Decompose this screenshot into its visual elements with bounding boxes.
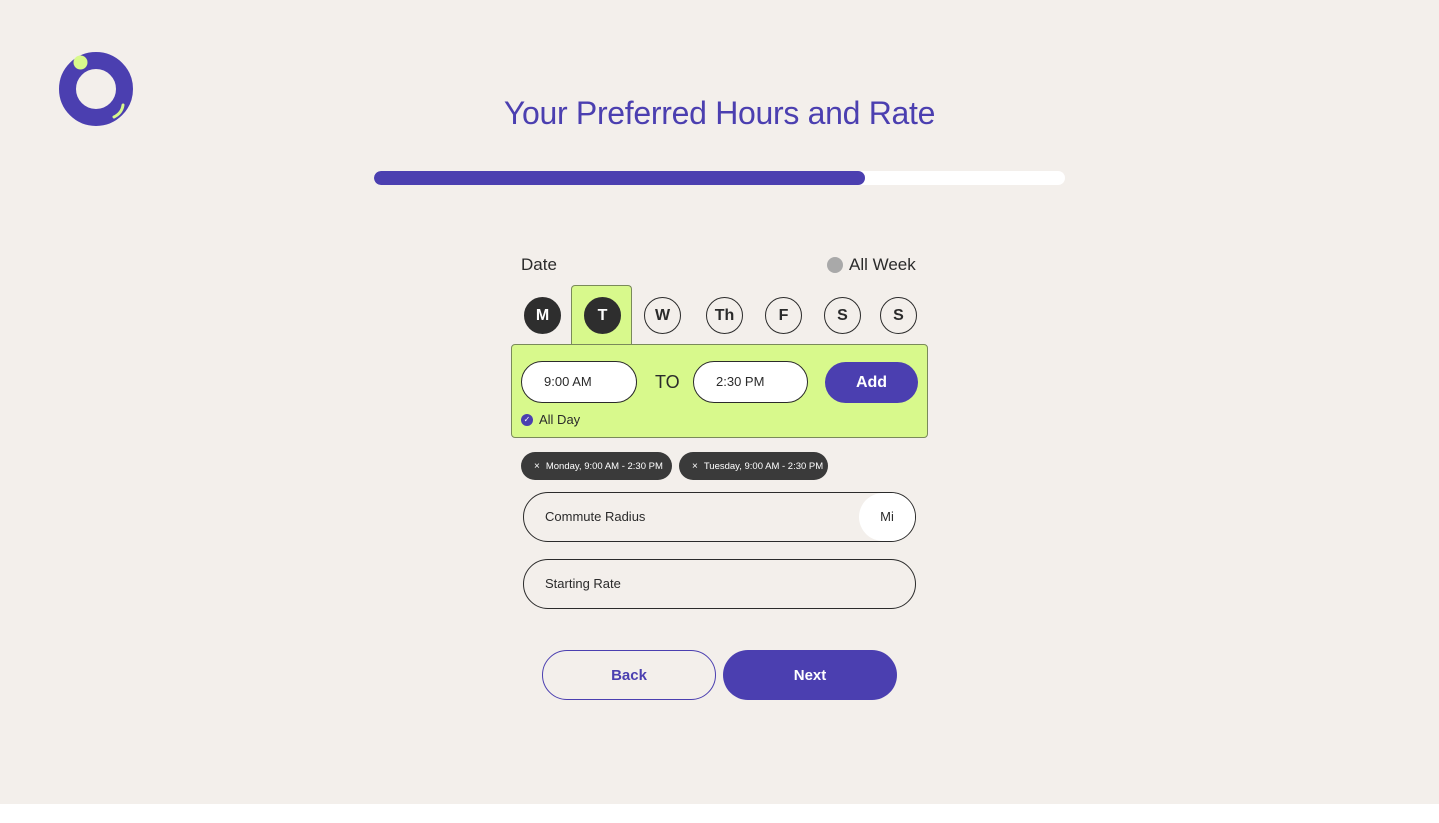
day-button-wednesday[interactable]: W: [644, 297, 681, 334]
day-button-saturday[interactable]: S: [824, 297, 861, 334]
all-week-toggle[interactable]: All Week: [827, 255, 916, 275]
progress-fill: [374, 171, 865, 185]
close-icon[interactable]: ×: [534, 461, 540, 472]
unit-badge: Mi: [859, 493, 915, 541]
commute-radius-placeholder: Commute Radius: [545, 509, 646, 524]
day-button-friday[interactable]: F: [765, 297, 802, 334]
page-title: Your Preferred Hours and Rate: [503, 95, 936, 131]
add-button[interactable]: Add: [825, 362, 918, 403]
check-icon: ✓: [521, 413, 533, 426]
all-day-checkbox[interactable]: ✓ All Day: [521, 412, 580, 427]
commute-radius-input[interactable]: Commute Radius Mi: [523, 492, 916, 542]
day-button-thursday[interactable]: Th: [706, 297, 743, 334]
day-button-tuesday[interactable]: T: [584, 297, 621, 334]
progress-bar: [374, 171, 1065, 185]
all-week-label: All Week: [849, 255, 916, 274]
schedule-chip-tuesday: × Tuesday, 9:00 AM - 2:30 PM: [679, 452, 828, 480]
starting-rate-placeholder: Starting Rate: [545, 576, 621, 591]
day-button-monday[interactable]: M: [524, 297, 561, 334]
schedule-chip-monday: × Monday, 9:00 AM - 2:30 PM: [521, 452, 672, 480]
close-icon[interactable]: ×: [692, 461, 698, 472]
radio-icon: [827, 257, 843, 273]
next-button[interactable]: Next: [723, 650, 897, 700]
all-day-label: All Day: [539, 412, 581, 427]
end-time-input[interactable]: 2:30 PM: [693, 361, 808, 403]
date-label: Date: [521, 255, 557, 274]
chip-label: Tuesday, 9:00 AM - 2:30 PM: [703, 460, 824, 472]
chip-label: Monday, 9:00 AM - 2:30 PM: [545, 460, 663, 472]
day-button-sunday[interactable]: S: [880, 297, 917, 334]
page-canvas: Your Preferred Hours and Rate Date All W…: [0, 0, 1439, 804]
start-time-input[interactable]: 9:00 AM: [521, 361, 637, 403]
back-button[interactable]: Back: [542, 650, 716, 700]
to-label: TO: [655, 372, 680, 392]
starting-rate-input[interactable]: Starting Rate: [523, 559, 916, 609]
